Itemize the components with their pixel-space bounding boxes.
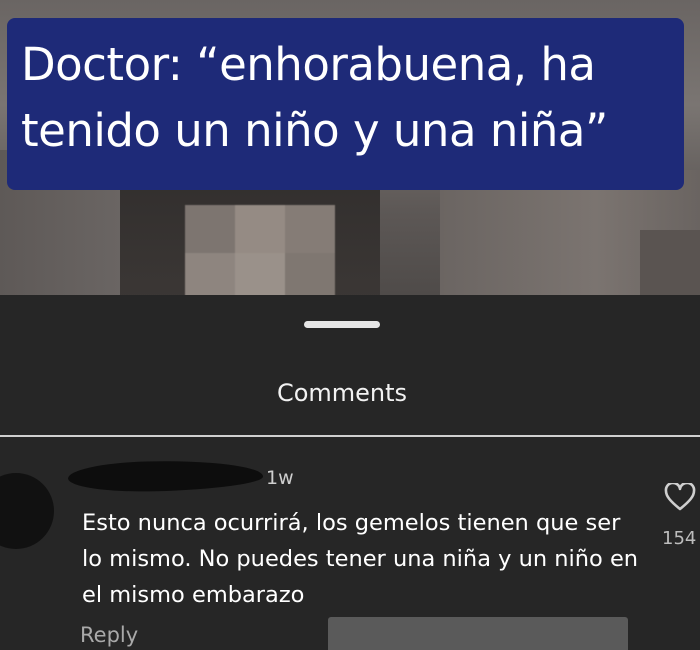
redacted-block: [328, 617, 628, 650]
comments-title: Comments: [276, 379, 408, 407]
caption-text: Doctor: “enhorabuena, ha tenido un niño …: [21, 38, 608, 157]
sheet-drag-handle[interactable]: [304, 321, 380, 328]
heart-outline-icon: [664, 481, 696, 511]
header-divider: [0, 435, 700, 437]
like-count: 154: [662, 528, 697, 549]
like-button[interactable]: [660, 481, 700, 513]
avatar[interactable]: [0, 473, 54, 549]
comments-sheet: Comments 1w Esto nunca ocurrirá, los gem…: [0, 295, 700, 650]
redacted-username: [67, 458, 264, 494]
reply-button[interactable]: Reply: [80, 620, 138, 650]
comment-text: Esto nunca ocurrirá, los gemelos tienen …: [82, 510, 639, 608]
video-caption: Doctor: “enhorabuena, ha tenido un niño …: [7, 18, 684, 190]
comment-timestamp: 1w: [266, 467, 294, 489]
video-background-shelf: [640, 230, 700, 300]
app-screen: Doctor: “enhorabuena, ha tenido un niño …: [0, 0, 700, 650]
pixelated-face: [185, 205, 335, 300]
